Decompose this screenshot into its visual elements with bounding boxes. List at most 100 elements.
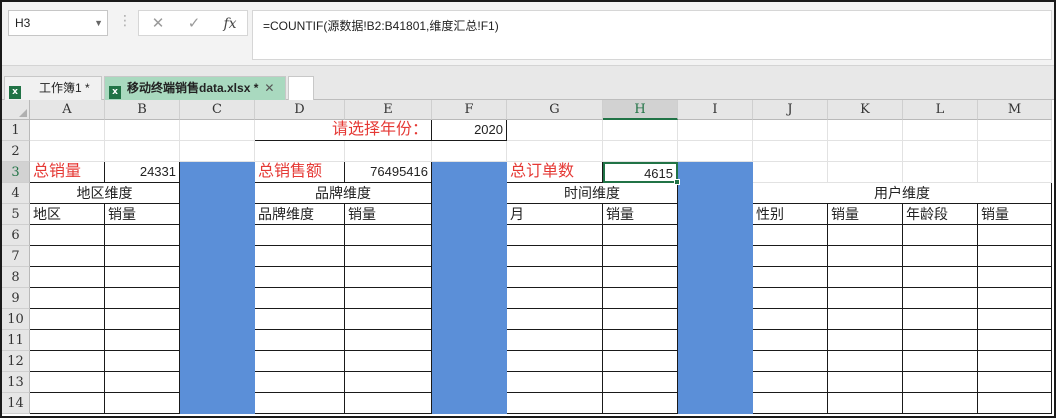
cell-g10[interactable] [507,309,603,330]
total-sales-value[interactable]: 24331 [105,162,180,183]
cell-b13[interactable] [105,372,180,393]
cell-i12[interactable] [678,351,753,372]
cell-a9[interactable] [30,288,105,309]
column-header-l[interactable]: L [903,100,978,120]
formula-input[interactable]: =COUNTIF(源数据!B2:B41801,维度汇总!F1) [252,10,1052,60]
cell-d14[interactable] [255,393,345,414]
cell-h13[interactable] [603,372,678,393]
cell-a8[interactable] [30,267,105,288]
cell-k6[interactable] [828,225,903,246]
cell-b1[interactable] [105,120,180,141]
row-header-12[interactable]: 12 [2,351,30,372]
cell-f14[interactable] [432,393,507,414]
cell-m6[interactable] [978,225,1052,246]
cell-e6[interactable] [345,225,432,246]
cell-c4[interactable] [180,183,255,204]
cell-g9[interactable] [507,288,603,309]
row-header-6[interactable]: 6 [2,225,30,246]
cell-e10[interactable] [345,309,432,330]
cell-b7[interactable] [105,246,180,267]
cell-g2[interactable] [507,141,603,162]
year-prompt-cell[interactable]: 请选择年份： [255,120,432,141]
user-header-sales-2[interactable]: 销量 [978,204,1052,225]
cell-d9[interactable] [255,288,345,309]
cell-d8[interactable] [255,267,345,288]
cell-b6[interactable] [105,225,180,246]
cell-h8[interactable] [603,267,678,288]
cell-c12[interactable] [180,351,255,372]
cell-l3[interactable] [903,162,978,183]
region-header-sales[interactable]: 销量 [105,204,180,225]
cell-h2[interactable] [603,141,678,162]
cell-c8[interactable] [180,267,255,288]
cell-d6[interactable] [255,225,345,246]
row-header-10[interactable]: 10 [2,309,30,330]
row-header-14[interactable]: 14 [2,393,30,414]
cell-g6[interactable] [507,225,603,246]
column-header-d[interactable]: D [255,100,345,120]
enter-icon[interactable]: ✓ [179,13,209,35]
total-orders-label[interactable]: 总订单数 [507,162,603,183]
cell-f3[interactable] [432,162,507,183]
cell-e2[interactable] [345,141,432,162]
cell-a2[interactable] [30,141,105,162]
cell-b10[interactable] [105,309,180,330]
cell-l10[interactable] [903,309,978,330]
row-header-8[interactable]: 8 [2,267,30,288]
row-header-13[interactable]: 13 [2,372,30,393]
chevron-down-icon[interactable]: ▼ [94,11,103,35]
cell-d13[interactable] [255,372,345,393]
cell-h1[interactable] [603,120,678,141]
row-header-4[interactable]: 4 [2,183,30,204]
cell-f11[interactable] [432,330,507,351]
cell-e9[interactable] [345,288,432,309]
cell-c2[interactable] [180,141,255,162]
cell-m7[interactable] [978,246,1052,267]
user-header-age[interactable]: 年龄段 [903,204,978,225]
cell-g1[interactable] [507,120,603,141]
cell-b12[interactable] [105,351,180,372]
brand-header-sales[interactable]: 销量 [345,204,432,225]
cell-i14[interactable] [678,393,753,414]
cell-m2[interactable] [978,141,1052,162]
cell-k10[interactable] [828,309,903,330]
cell-e7[interactable] [345,246,432,267]
cell-c7[interactable] [180,246,255,267]
cell-c14[interactable] [180,393,255,414]
time-header-month[interactable]: 月 [507,204,603,225]
cell-l13[interactable] [903,372,978,393]
cell-m8[interactable] [978,267,1052,288]
cell-j7[interactable] [753,246,828,267]
brand-header-brand[interactable]: 品牌维度 [255,204,345,225]
cell-l7[interactable] [903,246,978,267]
cell-f12[interactable] [432,351,507,372]
cell-a1[interactable] [30,120,105,141]
cell-k12[interactable] [828,351,903,372]
cell-j12[interactable] [753,351,828,372]
cell-b9[interactable] [105,288,180,309]
cell-f10[interactable] [432,309,507,330]
cell-l14[interactable] [903,393,978,414]
cell-i13[interactable] [678,372,753,393]
cell-a10[interactable] [30,309,105,330]
cell-i7[interactable] [678,246,753,267]
cell-j13[interactable] [753,372,828,393]
cell-b11[interactable] [105,330,180,351]
cell-f4[interactable] [432,183,507,204]
cell-b8[interactable] [105,267,180,288]
region-header-region[interactable]: 地区 [30,204,105,225]
column-header-c[interactable]: C [180,100,255,120]
cell-f5[interactable] [432,204,507,225]
cell-k8[interactable] [828,267,903,288]
cell-j14[interactable] [753,393,828,414]
cell-j1[interactable] [753,120,828,141]
cell-m14[interactable] [978,393,1052,414]
row-header-9[interactable]: 9 [2,288,30,309]
cell-j8[interactable] [753,267,828,288]
column-header-b[interactable]: B [105,100,180,120]
brand-dimension-title[interactable]: 品牌维度 [255,183,432,204]
cell-m9[interactable] [978,288,1052,309]
cell-a13[interactable] [30,372,105,393]
cell-h12[interactable] [603,351,678,372]
cell-l2[interactable] [903,141,978,162]
